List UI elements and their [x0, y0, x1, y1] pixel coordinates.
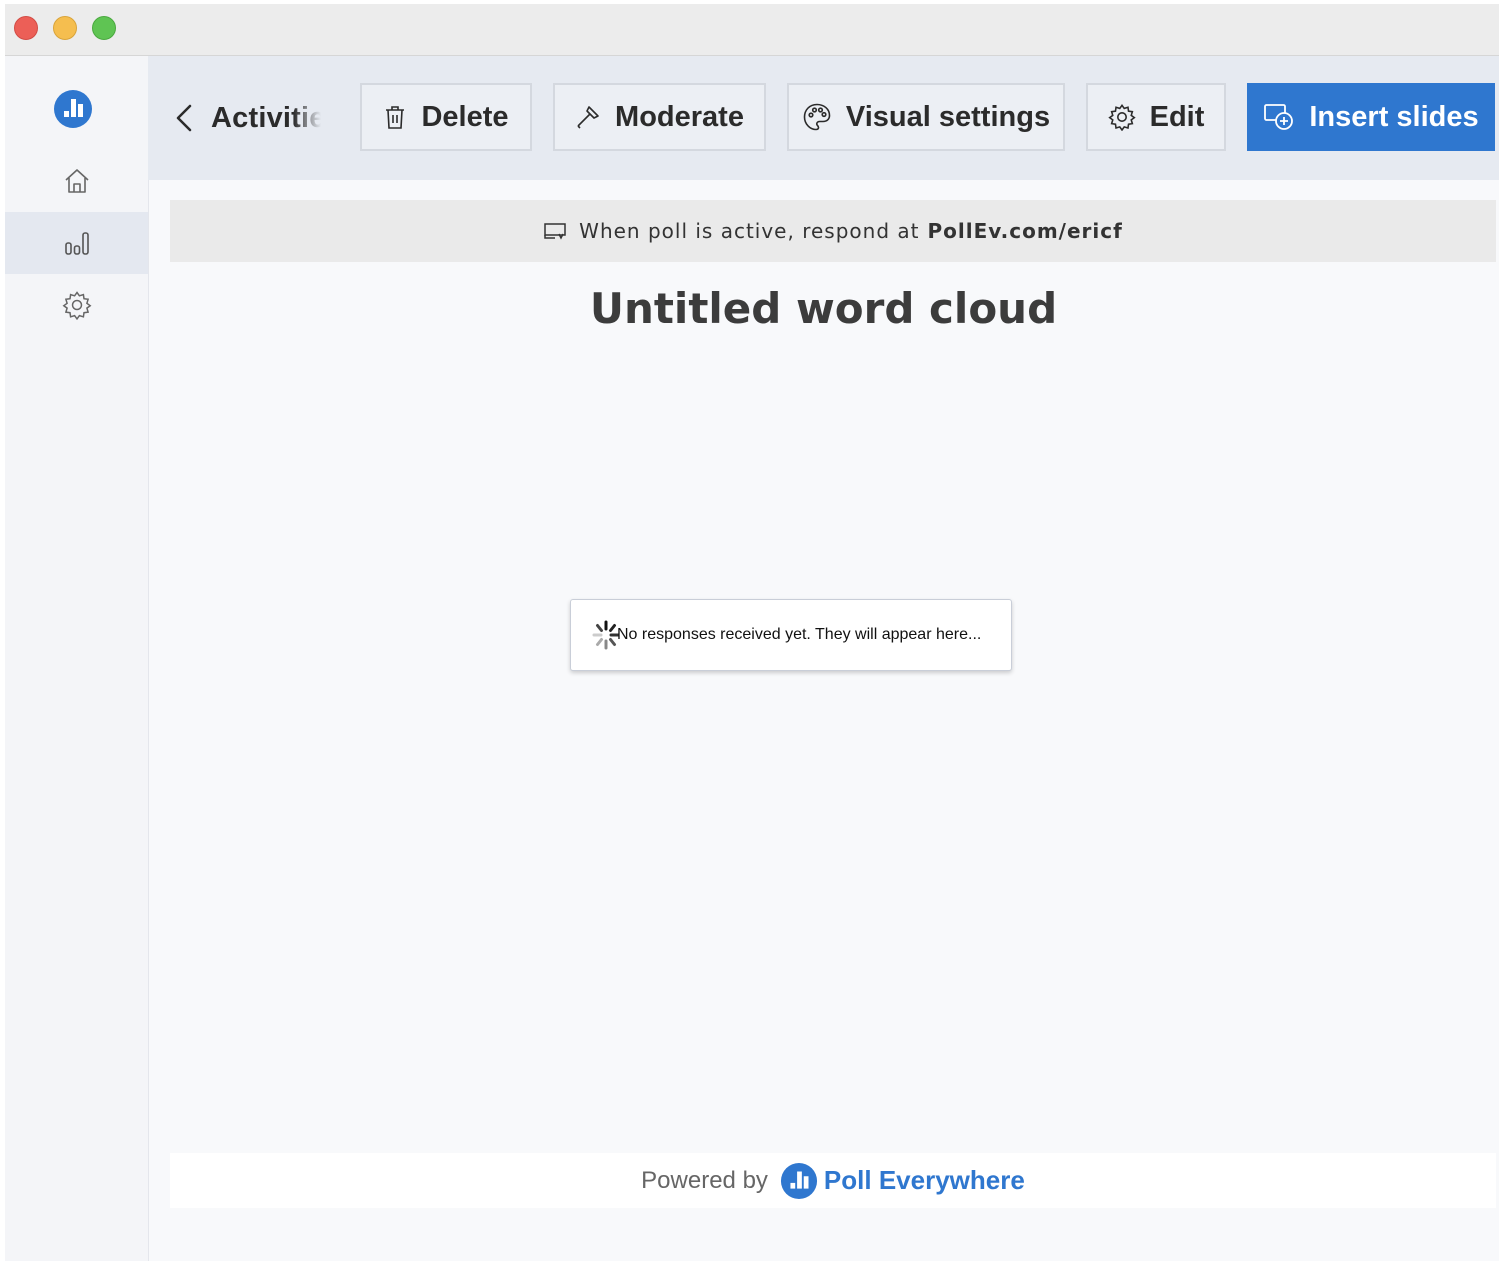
visual-settings-button[interactable]: Visual settings — [787, 83, 1065, 151]
gear-icon — [62, 290, 92, 320]
sidebar-item-activities[interactable] — [5, 212, 148, 274]
bar-chart-icon — [63, 229, 91, 257]
insert-slides-button-label: Insert slides — [1309, 100, 1479, 133]
palette-icon — [802, 102, 832, 132]
sidebar-item-settings[interactable] — [5, 274, 148, 336]
delete-button[interactable]: Delete — [360, 83, 532, 151]
edit-button[interactable]: Edit — [1086, 83, 1226, 151]
poll-everywhere-brand[interactable]: Poll Everywhere — [824, 1165, 1025, 1196]
edit-button-label: Edit — [1149, 100, 1205, 133]
powered-by-label: Powered by — [641, 1166, 768, 1194]
empty-responses-message: No responses received yet. They will app… — [617, 626, 982, 643]
poll-everywhere-logo-icon[interactable] — [53, 89, 93, 129]
response-instructions-banner: When poll is active, respond at PollEv.c… — [170, 200, 1496, 262]
zoom-window-button[interactable] — [92, 16, 116, 40]
sidebar-item-home[interactable] — [5, 150, 148, 212]
activity-title: Untitled word cloud — [589, 284, 1058, 333]
app-window: Activitie Delete Moderate Visual setting… — [5, 4, 1499, 1261]
poll-everywhere-logo-icon — [780, 1162, 818, 1200]
trash-icon — [383, 104, 407, 130]
moderate-button[interactable]: Moderate — [553, 83, 766, 151]
empty-responses-card: No responses received yet. They will app… — [570, 599, 1012, 671]
banner-text: When poll is active, respond at — [579, 219, 920, 243]
gear-icon — [1107, 103, 1136, 131]
response-url: PollEv.com/ericf — [927, 219, 1123, 243]
insert-slides-button[interactable]: Insert slides — [1247, 83, 1495, 151]
close-window-button[interactable] — [14, 16, 38, 40]
chevron-left-icon — [175, 103, 193, 133]
minimize-window-button[interactable] — [53, 16, 77, 40]
footer: Powered by Poll Everywhere — [170, 1153, 1496, 1208]
insert-slide-icon — [1263, 102, 1295, 132]
back-to-activities-button[interactable]: Activitie — [175, 96, 321, 140]
visual-settings-button-label: Visual settings — [845, 100, 1051, 133]
gavel-icon — [575, 104, 601, 130]
screen-icon — [543, 222, 567, 240]
home-icon — [63, 167, 91, 195]
moderate-button-label: Moderate — [615, 100, 744, 133]
back-button-label: Activitie — [211, 101, 321, 134]
title-bar — [5, 4, 1499, 56]
sidebar — [5, 56, 149, 1261]
delete-button-label: Delete — [421, 100, 509, 133]
